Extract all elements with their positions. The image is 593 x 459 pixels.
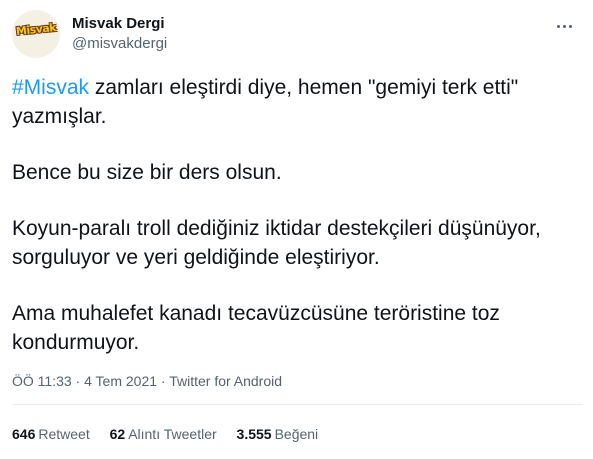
author-names: Misvak Dergi @misvakdergi bbox=[72, 14, 167, 53]
avatar[interactable]: Misvak bbox=[12, 10, 60, 58]
tweet-paragraph-4: Ama muhalefet kanadı tecavüzcüsüne terör… bbox=[12, 302, 500, 354]
tweet-stats: 646 Retweet 62 Alıntı Tweetler 3.555 Beğeni bbox=[12, 425, 334, 443]
avatar-logo-text: Misvak bbox=[15, 20, 57, 39]
author-display-name[interactable]: Misvak Dergi bbox=[72, 14, 167, 33]
divider-top bbox=[12, 404, 583, 405]
tweet-paragraph-2: Bence bu size bir ders olsun. bbox=[12, 161, 282, 184]
tweet-meta[interactable]: ÖÖ 11:33 · 4 Tem 2021 · Twitter for Andr… bbox=[12, 372, 282, 390]
tweet-text: #Misvak zamları eleştirdi diye, hemen "g… bbox=[12, 73, 572, 384]
tweet-paragraph-1: #Misvak zamları eleştirdi diye, hemen "g… bbox=[12, 73, 572, 131]
likes-label: Beğeni bbox=[274, 426, 319, 442]
quotes-label: Alıntı Tweetler bbox=[128, 426, 217, 442]
likes-stat[interactable]: 3.555 Beğeni bbox=[237, 425, 319, 443]
retweets-count: 646 bbox=[12, 426, 36, 442]
quotes-count: 62 bbox=[109, 426, 126, 442]
quotes-stat[interactable]: 62 Alıntı Tweetler bbox=[110, 425, 217, 443]
more-horizontal-icon[interactable] bbox=[555, 16, 575, 36]
likes-count: 3.555 bbox=[236, 426, 272, 442]
tweet-header: Misvak Misvak Dergi @misvakdergi bbox=[12, 10, 583, 60]
tweet-paragraph-3: Koyun-paralı troll dediğiniz iktidar des… bbox=[12, 217, 541, 269]
retweets-stat[interactable]: 646 Retweet bbox=[12, 425, 90, 443]
author-handle[interactable]: @misvakdergi bbox=[72, 34, 167, 53]
hashtag-link[interactable]: #Misvak bbox=[12, 76, 89, 99]
retweets-label: Retweet bbox=[38, 426, 90, 442]
